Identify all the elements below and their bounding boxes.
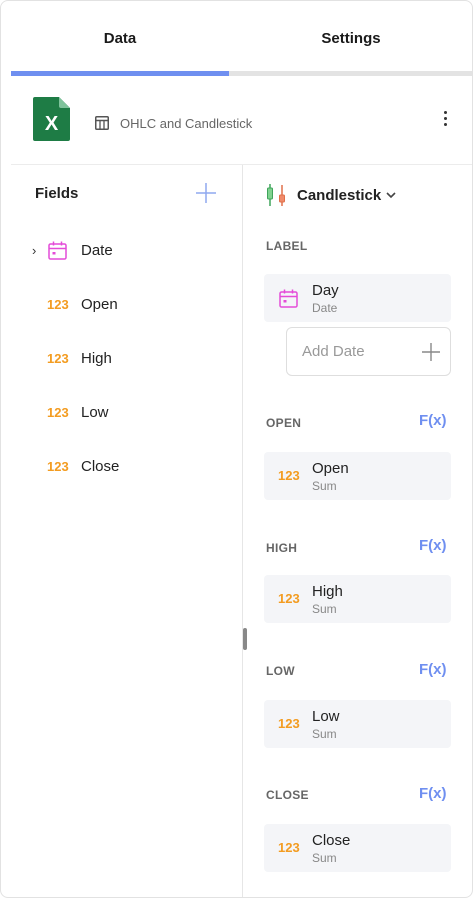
table-icon (95, 116, 109, 130)
tab-data[interactable]: Data (11, 1, 229, 76)
open-section-title: OPEN (266, 416, 302, 430)
close-section-title: CLOSE (266, 788, 309, 802)
number-type-icon: 123 (278, 840, 300, 855)
field-label: Close (81, 458, 120, 475)
label-field-pill[interactable]: Day Date (264, 274, 451, 322)
svg-text:X: X (45, 113, 59, 135)
pill-name: Low (312, 708, 340, 725)
field-label: Open (81, 296, 118, 313)
more-options-icon[interactable] (437, 108, 453, 132)
calendar-icon (279, 289, 298, 308)
field-item-close[interactable]: 123 Close (1, 447, 242, 487)
number-type-icon: 123 (47, 459, 69, 474)
pill-aggregation: Sum (312, 851, 337, 865)
open-field-pill[interactable]: 123 Open Sum (264, 452, 451, 500)
field-item-low[interactable]: 123 Low (1, 393, 242, 433)
low-section-title: LOW (266, 664, 295, 678)
close-field-pill[interactable]: 123 Close Sum (264, 824, 451, 872)
calendar-icon (48, 241, 67, 260)
field-label: Low (81, 404, 109, 421)
tab-settings[interactable]: Settings (229, 1, 472, 76)
chevron-down-icon (386, 192, 396, 199)
field-label: High (81, 350, 112, 367)
formula-button[interactable]: F(x) (419, 412, 447, 429)
tab-bar: Data Settings (11, 1, 472, 76)
field-item-date[interactable]: › Date (1, 231, 242, 271)
visualization-type-selector[interactable]: Candlestick (265, 181, 397, 209)
field-label: Date (81, 242, 113, 259)
number-type-icon: 123 (278, 591, 300, 606)
formula-button[interactable]: F(x) (419, 537, 447, 554)
candlestick-icon (267, 184, 285, 206)
pill-aggregation: Sum (312, 602, 337, 616)
formula-button[interactable]: F(x) (419, 785, 447, 802)
pill-aggregation: Sum (312, 479, 337, 493)
fields-list-panel: Fields › Date 123 Open 123 High 123 Low … (1, 165, 242, 897)
number-type-icon: 123 (47, 405, 69, 420)
number-type-icon: 123 (47, 351, 69, 366)
plus-icon[interactable] (421, 342, 441, 362)
number-type-icon: 123 (278, 468, 300, 483)
high-section-title: HIGH (266, 541, 298, 555)
label-section-title: LABEL (266, 239, 308, 253)
pill-name: Day (312, 282, 339, 299)
pill-name: Close (312, 832, 351, 849)
pill-name: High (312, 583, 343, 600)
visualization-type-label: Candlestick (297, 186, 382, 204)
data-editor-panel: Data Settings X OHLC and Candlestick Fie… (0, 0, 473, 898)
excel-file-icon: X (33, 97, 70, 141)
formula-button[interactable]: F(x) (419, 661, 447, 678)
expand-chevron-icon[interactable]: › (32, 243, 36, 258)
add-date-placeholder: Add Date (302, 343, 365, 360)
pill-aggregation: Sum (312, 727, 337, 741)
visualization-fields-panel: Candlestick LABEL Day Date Add Date OPEN… (243, 165, 472, 897)
add-date-field[interactable]: Add Date (286, 327, 451, 376)
pill-aggregation: Date (312, 301, 338, 315)
pill-name: Open (312, 460, 349, 477)
data-source-header: X OHLC and Candlestick (1, 76, 472, 164)
data-source-name: OHLC and Candlestick (120, 116, 253, 131)
field-item-high[interactable]: 123 High (1, 339, 242, 379)
fields-title: Fields (35, 185, 79, 202)
number-type-icon: 123 (278, 716, 300, 731)
field-item-open[interactable]: 123 Open (1, 285, 242, 325)
low-field-pill[interactable]: 123 Low Sum (264, 700, 451, 748)
high-field-pill[interactable]: 123 High Sum (264, 575, 451, 623)
add-field-icon[interactable] (195, 182, 217, 204)
number-type-icon: 123 (47, 297, 69, 312)
